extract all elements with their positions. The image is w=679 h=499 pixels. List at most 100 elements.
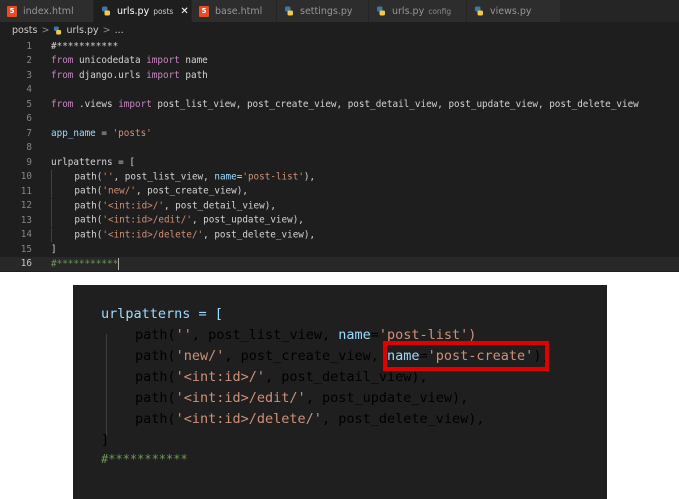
code-area[interactable]: 1 #*********** 2 from unicodedata import n… [0,39,679,271]
code-line[interactable]: 11 path('new/', post_create_view), [0,184,679,199]
line-number: 8 [26,142,32,154]
code-line[interactable]: 12 path('<int:id>/', post_detail_view), [0,198,679,214]
name-keyword: name [214,171,237,183]
line-number: 13 [20,214,32,226]
line-number: 5 [26,98,32,110]
module-name: django.urls [79,69,141,81]
path-call: path( [135,389,176,406]
line-number: 12 [20,200,32,212]
code-line[interactable]: 10 path('', post_list_view, name='post-l… [0,169,679,185]
zoom-code-line: urlpatterns = [ [101,303,223,324]
module-name: unicodedata [79,55,141,67]
string-literal: '<int:id>/delete/' [102,229,204,241]
path-args: , post_detail_view), [163,200,276,212]
path-call: path( [74,185,103,197]
zoomed-code-snippet: urlpatterns = [ path( '', post_list_view,… [73,285,607,499]
string-literal: '' [102,171,114,183]
code-line[interactable]: 1 #*********** [0,39,679,54]
indent-guide [51,184,52,199]
breadcrumb-tail[interactable]: ... [115,25,124,36]
code-line[interactable]: 14 path('<int:id>/delete/', post_delete_… [0,227,679,243]
keyword-import: import [146,55,180,67]
breadcrumb: posts > urls.py > ... [0,22,679,39]
path-call: path( [74,171,103,183]
import-names: post_list_view, post_create_view, post_d… [157,98,639,110]
path-args: , post_update_view), [191,214,304,226]
breadcrumb-folder[interactable]: posts [12,25,37,36]
string-literal: '' [175,326,192,343]
code-line[interactable]: 7 app_name = 'posts' [0,126,679,141]
urlpatterns-open: urlpatterns = [ [51,156,135,168]
code-line[interactable]: 4 [0,83,679,98]
code-line[interactable]: 5 from .views import post_list_view, post… [0,97,679,112]
name-keyword: name [338,326,371,343]
tab-views-py[interactable]: views.py [467,0,561,22]
breadcrumb-file[interactable]: urls.py [66,25,98,36]
tab-index-html[interactable]: 5 index.html [0,0,94,22]
keyword-from: from [51,55,74,67]
tab-label: urls.py [117,5,150,17]
line-number: 2 [26,55,32,67]
keyword-import: import [118,98,152,110]
module-name: .views [79,98,113,110]
string-literal: 'new/' [175,347,225,364]
code-line[interactable]: 8 [0,141,679,156]
line-number: 16 [20,258,32,270]
breadcrumb-separator: > [102,25,111,36]
path-args: , post_update_view), [305,389,469,406]
tab-label: views.py [490,5,532,17]
highlight-box [383,341,549,371]
indent-guide [51,169,52,184]
code-comment: #*********** [51,258,119,270]
string-literal: '<int:id>/edit/' [102,214,192,226]
tab-urls-py-config[interactable]: urls.py config [369,0,467,22]
tab-label: base.html [215,5,263,17]
code-line[interactable]: 13 path('<int:id>/edit/', post_update_vi… [0,213,679,228]
string-literal: 'new/' [102,185,136,197]
code-line[interactable]: 15] [0,242,679,257]
keyword-from: from [51,69,74,81]
string-literal: '<int:id>/edit/' [175,389,306,406]
tab-base-html[interactable]: 5 base.html [192,0,277,22]
urlpatterns-open: urlpatterns = [ [101,305,223,322]
variable-name: app_name [51,127,96,139]
tab-settings-py[interactable]: settings.py [277,0,369,22]
path-args: , post_create_view, [224,347,387,364]
code-line-current[interactable]: 16 #*********** [0,256,679,271]
line-number: 9 [26,156,32,168]
string-literal: 'posts' [112,127,152,139]
close-icon[interactable]: ✕ [180,6,188,17]
path-call: path( [74,200,103,212]
path-call: path( [135,368,176,385]
breadcrumb-separator: > [41,25,50,36]
tab-urls-py-posts[interactable]: urls.py posts ✕ [94,0,192,22]
tab-label: settings.py [300,5,353,17]
path-close: ), [303,171,316,183]
text-cursor [118,257,120,270]
line-number: 6 [26,113,32,125]
path-args: , post_delete_view), [203,229,316,241]
line-number: 3 [26,69,32,81]
code-line[interactable]: 2 from unicodedata import name [0,54,679,69]
line-number: 10 [20,171,32,183]
code-comment: #*********** [51,40,119,52]
html5-icon: 5 [199,5,209,17]
html5-icon: 5 [7,5,17,17]
tab-sublabel: posts [153,6,174,16]
code-line[interactable]: 6 [0,112,679,127]
indent-guide [51,213,52,228]
line-number: 15 [20,243,32,255]
zoom-code-line: path('<int:id>/delete/', post_delete_vie… [135,408,485,429]
keyword-from: from [51,98,74,110]
import-names: name [185,55,208,67]
indent-guide [106,334,107,436]
string-literal: '<int:id>/delete/' [175,410,322,427]
string-literal: '<int:id>/' [175,368,266,385]
code-line[interactable]: 3 from django.urls import path [0,68,679,83]
editor-tab-bar: 5 index.html urls.py posts ✕ 5 base.html settin… [0,0,679,22]
line-number: 11 [20,185,32,197]
code-line[interactable]: 9 urlpatterns = [ [0,155,679,170]
path-args: , post_list_view, [191,326,339,343]
path-args: , post_list_view, [113,171,215,183]
line-number: 4 [26,84,32,96]
